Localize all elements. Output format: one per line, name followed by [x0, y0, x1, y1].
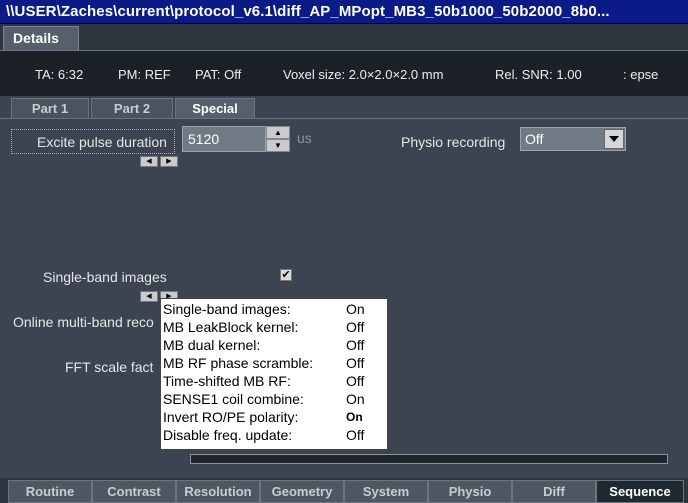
excite-pulse-label: Excite pulse duration [37, 134, 167, 150]
tab-label: Routine [25, 484, 75, 499]
progress-bar [190, 454, 668, 464]
popup-key: Single-band images: [163, 301, 291, 317]
window-titlebar: \\USER\Zaches\current\protocol_v6.1\diff… [0, 0, 688, 24]
tab-routine[interactable]: Routine [8, 480, 92, 503]
fft-scale-label: FFT scale fact [65, 359, 154, 375]
subtab-label: Part 2 [113, 101, 151, 116]
tab-label: System [362, 484, 410, 499]
single-band-label: Single-band images [43, 269, 167, 285]
checkmark-icon: ✔ [281, 269, 291, 281]
popup-value: On [346, 391, 365, 407]
physio-recording-label: Physio recording [401, 134, 506, 150]
arrow-right-icon[interactable]: ▶ [160, 156, 178, 167]
popup-key: MB dual kernel: [163, 337, 261, 353]
arrow-up-icon[interactable]: ▲ [266, 126, 290, 139]
tab-details-label: Details [13, 30, 59, 46]
subtab-label: Special [192, 101, 238, 116]
popup-value: Off [346, 373, 365, 389]
info-bar: TA: 6:32 PM: REF PAT: Off Voxel size: 2.… [0, 50, 688, 96]
popup-value: Off [346, 319, 365, 335]
physio-recording-value: Off [525, 131, 544, 147]
tab-contrast[interactable]: Contrast [92, 480, 176, 503]
tab-geometry[interactable]: Geometry [260, 480, 344, 503]
popup-row: MB dual kernel: Off [163, 337, 383, 355]
popup-row: MB RF phase scramble: Off [163, 355, 383, 373]
tab-physio[interactable]: Physio [428, 480, 512, 503]
popup-row: MB LeakBlock kernel: Off [163, 319, 383, 337]
popup-value: Off [346, 337, 365, 353]
popup-row: Single-band images: On [163, 301, 383, 319]
popup-row: Time-shifted MB RF: Off [163, 373, 383, 391]
popup-key: MB LeakBlock kernel: [163, 319, 299, 335]
excite-pulse-value: 5120 [188, 131, 220, 147]
window-title: \\USER\Zaches\current\protocol_v6.1\diff… [6, 3, 610, 20]
tab-label: Sequence [609, 484, 671, 499]
sequence-name: : epse [623, 67, 659, 82]
subtab-part-2[interactable]: Part 2 [91, 98, 173, 118]
popup-value: On [346, 301, 365, 317]
pm-value: PM: REF [118, 67, 171, 82]
tab-sequence[interactable]: Sequence [596, 480, 684, 503]
tab-label: Contrast [107, 484, 161, 499]
physio-recording-select[interactable]: Off [520, 127, 626, 151]
popup-key: Disable freq. update: [163, 427, 293, 443]
subtab-special[interactable]: Special [175, 98, 255, 118]
voxel-size: Voxel size: 2.0×2.0×2.0 mm [283, 67, 444, 82]
popup-key: Invert RO/PE polarity: [163, 409, 299, 425]
popup-value: Off [346, 427, 365, 443]
tab-details[interactable]: Details [3, 26, 79, 50]
online-mb-label: Online multi-band reco [13, 314, 154, 330]
popup-value: Off [346, 355, 365, 371]
popup-key: SENSE1 coil combine: [163, 391, 304, 407]
popup-value: On [346, 410, 363, 424]
rel-snr: Rel. SNR: 1.00 [495, 67, 582, 82]
popup-row: Invert RO/PE polarity: On [163, 409, 383, 427]
excite-pulse-stepper[interactable]: ▲ ▼ [266, 126, 290, 152]
excite-pulse-unit: us [297, 130, 312, 146]
popup-key: Time-shifted MB RF: [163, 373, 291, 389]
subtab-label: Part 1 [31, 101, 69, 116]
tab-label: Resolution [184, 484, 252, 499]
single-band-checkbox[interactable]: ✔ [280, 269, 292, 281]
tooltip-popup: Single-band images: On MB LeakBlock kern… [160, 298, 388, 450]
tab-resolution[interactable]: Resolution [176, 480, 260, 503]
arrow-left-icon[interactable]: ◀ [140, 156, 158, 167]
pat-value: PAT: Off [195, 67, 242, 82]
chevron-down-icon[interactable] [604, 129, 624, 149]
excite-pulse-arrows[interactable]: ◀ ▶ [140, 156, 180, 167]
tab-label: Geometry [271, 484, 333, 499]
popup-row: SENSE1 coil combine: On [163, 391, 383, 409]
top-tabstrip [0, 24, 688, 50]
arrow-left-icon[interactable]: ◀ [140, 291, 158, 302]
tab-label: Diff [543, 484, 565, 499]
tab-system[interactable]: System [344, 480, 428, 503]
popup-key: MB RF phase scramble: [163, 355, 314, 371]
excite-pulse-field[interactable]: 5120 [182, 126, 266, 152]
tab-diff[interactable]: Diff [512, 480, 596, 503]
tab-label: Physio [448, 484, 492, 499]
popup-row: Disable freq. update: Off [163, 427, 383, 445]
arrow-down-icon[interactable]: ▼ [266, 139, 290, 152]
ta-value: TA: 6:32 [35, 67, 84, 82]
subtab-part-1[interactable]: Part 1 [11, 98, 89, 118]
